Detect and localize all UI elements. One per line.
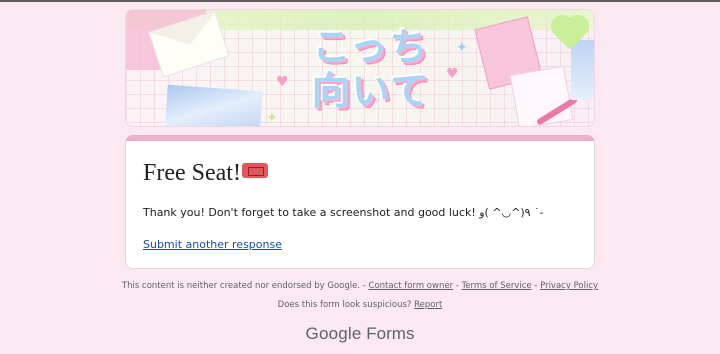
- terms-of-service-link[interactable]: Terms of Service: [462, 281, 532, 291]
- footer-report-row: Does this form look suspicious? Report: [0, 300, 720, 310]
- footer-separator: -: [531, 281, 541, 291]
- sparkle-icon: ✦: [266, 110, 278, 126]
- sparkle-icon: ✦: [456, 40, 468, 56]
- footer-separator: -: [360, 281, 369, 291]
- banner-title-line1: こっち: [312, 25, 430, 69]
- sky-photo-sticker: [164, 84, 263, 126]
- contact-form-owner-link[interactable]: Contact form owner: [369, 281, 454, 291]
- form-header-banner: こっち 向いて ♥ ♥ ✦ ✦: [125, 9, 595, 127]
- footer-disclaimer-row: This content is neither created nor endo…: [0, 281, 720, 291]
- submit-another-response-link[interactable]: Submit another response: [143, 238, 282, 251]
- form-title: Free Seat!: [143, 160, 268, 187]
- banner-title-art: こっち 向いて: [301, 20, 441, 118]
- footer-disclaimer: This content is neither created nor endo…: [121, 281, 361, 291]
- sky-photo-sticker-right: [571, 40, 594, 100]
- heart-icon-small: ♥: [276, 74, 289, 90]
- confirmation-card: Free Seat! Thank you! Don't forget to ta…: [125, 141, 595, 269]
- privacy-policy-link[interactable]: Privacy Policy: [540, 281, 598, 291]
- suspicious-question: Does this form look suspicious?: [277, 300, 412, 310]
- report-link[interactable]: Report: [414, 300, 442, 310]
- confirmation-message: Thank you! Don't forget to take a screen…: [143, 206, 544, 219]
- heart-icon-small: ♥: [446, 66, 459, 82]
- footer-separator: -: [453, 281, 462, 291]
- ticket-icon: [241, 163, 268, 178]
- window-top-border: [0, 0, 720, 2]
- banner-title-line2: 向いて: [311, 69, 431, 113]
- google-forms-logo[interactable]: Google Forms: [0, 324, 720, 344]
- forms-wordmark: Forms: [366, 324, 415, 343]
- google-wordmark: Google: [305, 324, 362, 343]
- form-title-text: Free Seat!: [143, 160, 241, 186]
